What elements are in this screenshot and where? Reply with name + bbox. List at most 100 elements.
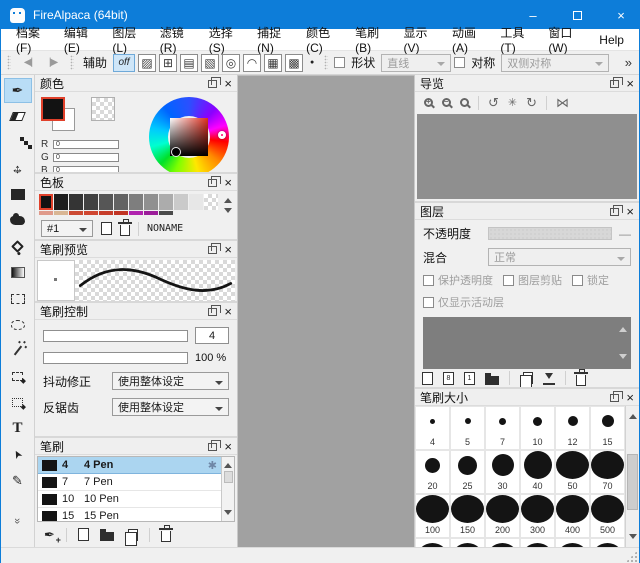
delete-brush-icon[interactable] [161,531,171,542]
fill-rect-tool-button[interactable] [4,182,32,207]
merge-layer-icon[interactable] [543,372,555,385]
snap-off-button[interactable]: off [113,54,135,72]
snap-grid-icon[interactable]: ▩ [285,54,303,72]
brush-size-cell[interactable]: 300 [520,494,555,538]
palette-swatch[interactable] [39,211,53,215]
float-panel-icon[interactable] [610,394,619,402]
brush-size-cell[interactable]: 40 [520,450,555,494]
float-panel-icon[interactable] [208,308,217,316]
palette-swatch[interactable] [39,194,53,210]
close-panel-icon[interactable]: × [224,243,232,256]
close-panel-icon[interactable]: × [224,77,232,90]
palette-swatch[interactable] [114,194,128,210]
antialias-select[interactable]: 使用整体设定 [112,398,229,416]
duplicate-layer-icon[interactable] [523,372,533,384]
new-8bit-layer-icon[interactable]: 8 [443,372,454,385]
palette-swatch[interactable] [114,211,128,215]
scroll-up-icon[interactable] [224,459,232,468]
palette-swatch[interactable] [54,194,68,210]
palette-swatch[interactable] [99,194,113,210]
snap-point-icon[interactable]: ● [310,59,314,66]
brush-size-cell[interactable]: 30 [485,450,520,494]
float-panel-icon[interactable] [610,208,619,216]
close-panel-icon[interactable]: × [224,440,232,453]
lasso-tool-button[interactable] [4,312,32,337]
menu-item[interactable]: 滤镜(R) [151,29,200,50]
flip-horizontal-icon[interactable]: ⋈ [556,95,569,111]
palette-swatch[interactable] [99,211,113,215]
palette-swatch[interactable] [129,194,143,210]
select-erase-tool-button[interactable] [4,390,32,415]
snap-horizontal-icon[interactable]: ▤ [180,54,198,72]
clipping-checkbox[interactable]: 图层剪贴 [503,272,562,288]
snap-curve-icon[interactable]: ◠ [243,54,261,72]
magic-wand-tool-button[interactable] [4,338,32,363]
close-panel-icon[interactable]: × [626,205,634,218]
palette-swatch[interactable] [174,194,188,210]
brush-size-cell[interactable]: 4 [415,406,450,450]
close-panel-icon[interactable]: × [224,176,232,189]
more-tools-button[interactable]: » [4,508,32,533]
foreground-color-swatch[interactable] [41,97,65,121]
menu-item[interactable]: 选择(S) [200,29,248,50]
zoom-fit-icon[interactable] [460,98,469,107]
brush-size-slider[interactable] [43,330,188,342]
blot-tool-button[interactable] [4,208,32,233]
brush-size-cell[interactable]: 15 [590,406,625,450]
b-slider[interactable]: 0 [53,166,119,174]
snap-table-icon[interactable]: ▦ [264,54,282,72]
hue-marker[interactable] [218,131,226,139]
shape-select[interactable]: 直线 [381,54,451,72]
color-wheel[interactable] [149,97,229,174]
bucket-tool-button[interactable] [4,234,32,259]
palette-swatch[interactable] [144,211,158,215]
text-tool-button[interactable]: T [4,416,32,441]
brush-size-cell[interactable]: 150 [450,494,485,538]
close-button[interactable]: × [603,1,639,29]
delete-layer-icon[interactable] [576,375,586,386]
navigator-preview[interactable] [417,114,637,199]
palette-swatch[interactable] [69,211,83,215]
symmetry-checkbox[interactable] [454,57,465,68]
delete-color-icon[interactable] [120,225,130,236]
close-panel-icon[interactable]: × [626,77,634,90]
brush-size-cell[interactable]: 500 [590,494,625,538]
scroll-down-icon[interactable] [619,354,627,363]
float-panel-icon[interactable] [610,80,619,88]
snap-concentric-icon[interactable]: ◎ [222,54,240,72]
gradient-tool-button[interactable] [4,260,32,285]
rotate-left-icon[interactable]: ↺ [488,95,499,111]
menu-item[interactable]: 编辑(E) [55,29,103,50]
sv-marker[interactable] [172,148,180,156]
brush-size-cell[interactable] [485,538,520,547]
brush-list-item[interactable]: 44 Pen✱ [38,457,221,474]
toolbar-overflow-button[interactable]: » [625,55,632,70]
scroll-thumb[interactable] [224,471,233,483]
palette-swatch[interactable] [54,211,68,215]
new-1bit-layer-icon[interactable]: 1 [464,372,475,385]
move-tool-button[interactable]: ↔↕ [4,156,32,181]
snap-cross-icon[interactable]: ⊞ [159,54,177,72]
gear-icon[interactable]: ✱ [208,459,217,472]
operation-tool-button[interactable]: ➤ [4,442,32,467]
palette-swatch[interactable] [84,211,98,215]
brush-list-item[interactable]: 77 Pen [38,474,221,491]
toolbar-grip[interactable] [7,55,11,70]
brush-size-cell[interactable]: 100 [415,494,450,538]
menu-item[interactable]: 图层(L) [103,29,150,50]
brush-size-cell[interactable]: 12 [555,406,590,450]
new-layer-folder-icon[interactable] [485,376,499,385]
menu-item[interactable]: 动画(A) [443,29,491,50]
close-panel-icon[interactable]: × [626,391,634,404]
brush-folder-icon[interactable] [100,532,114,541]
snap-prev-button[interactable]: ◀| [17,53,39,73]
canvas-area[interactable] [238,75,414,547]
scroll-up-icon[interactable] [629,410,637,419]
new-brush-icon[interactable] [78,528,89,541]
layer-opacity-slider[interactable] [488,227,612,240]
brush-size-cell[interactable] [555,538,590,547]
palette-swatch[interactable] [84,194,98,210]
palette-swatch[interactable] [159,211,173,215]
float-panel-icon[interactable] [208,80,217,88]
rect-select-tool-button[interactable] [4,286,32,311]
